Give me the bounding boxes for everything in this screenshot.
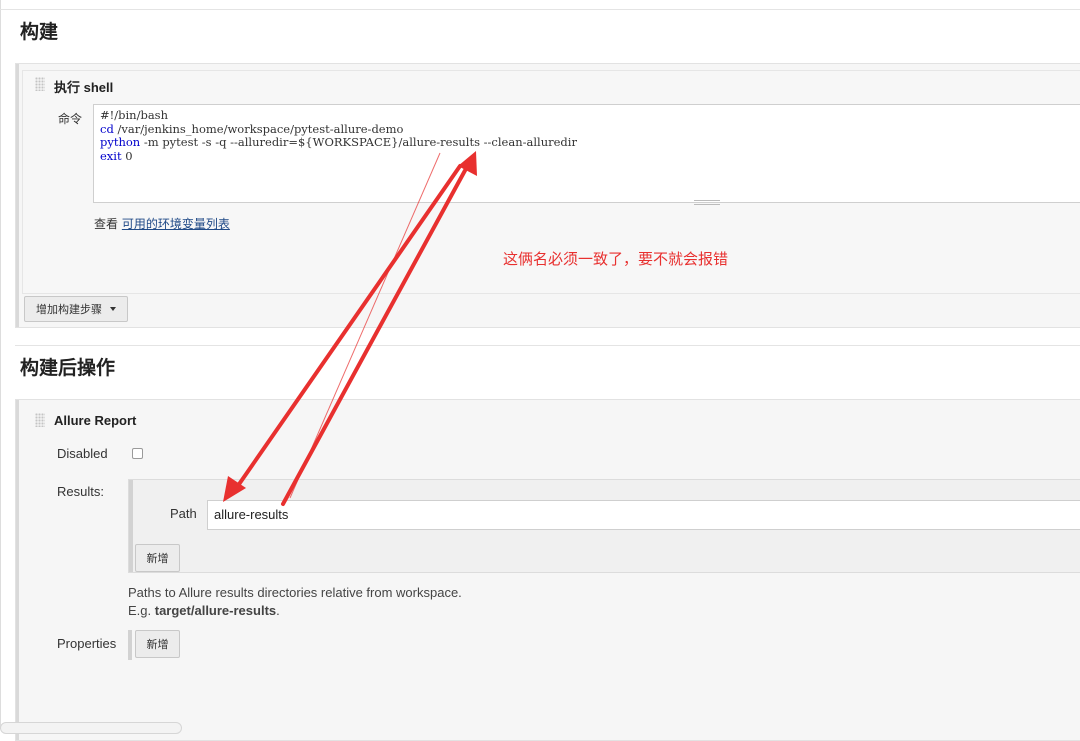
arrow-down-to-path [223, 164, 462, 502]
annotation-arrows [223, 151, 477, 506]
thin-arrow-line [289, 152, 441, 499]
arrow-up-to-command [281, 151, 477, 506]
